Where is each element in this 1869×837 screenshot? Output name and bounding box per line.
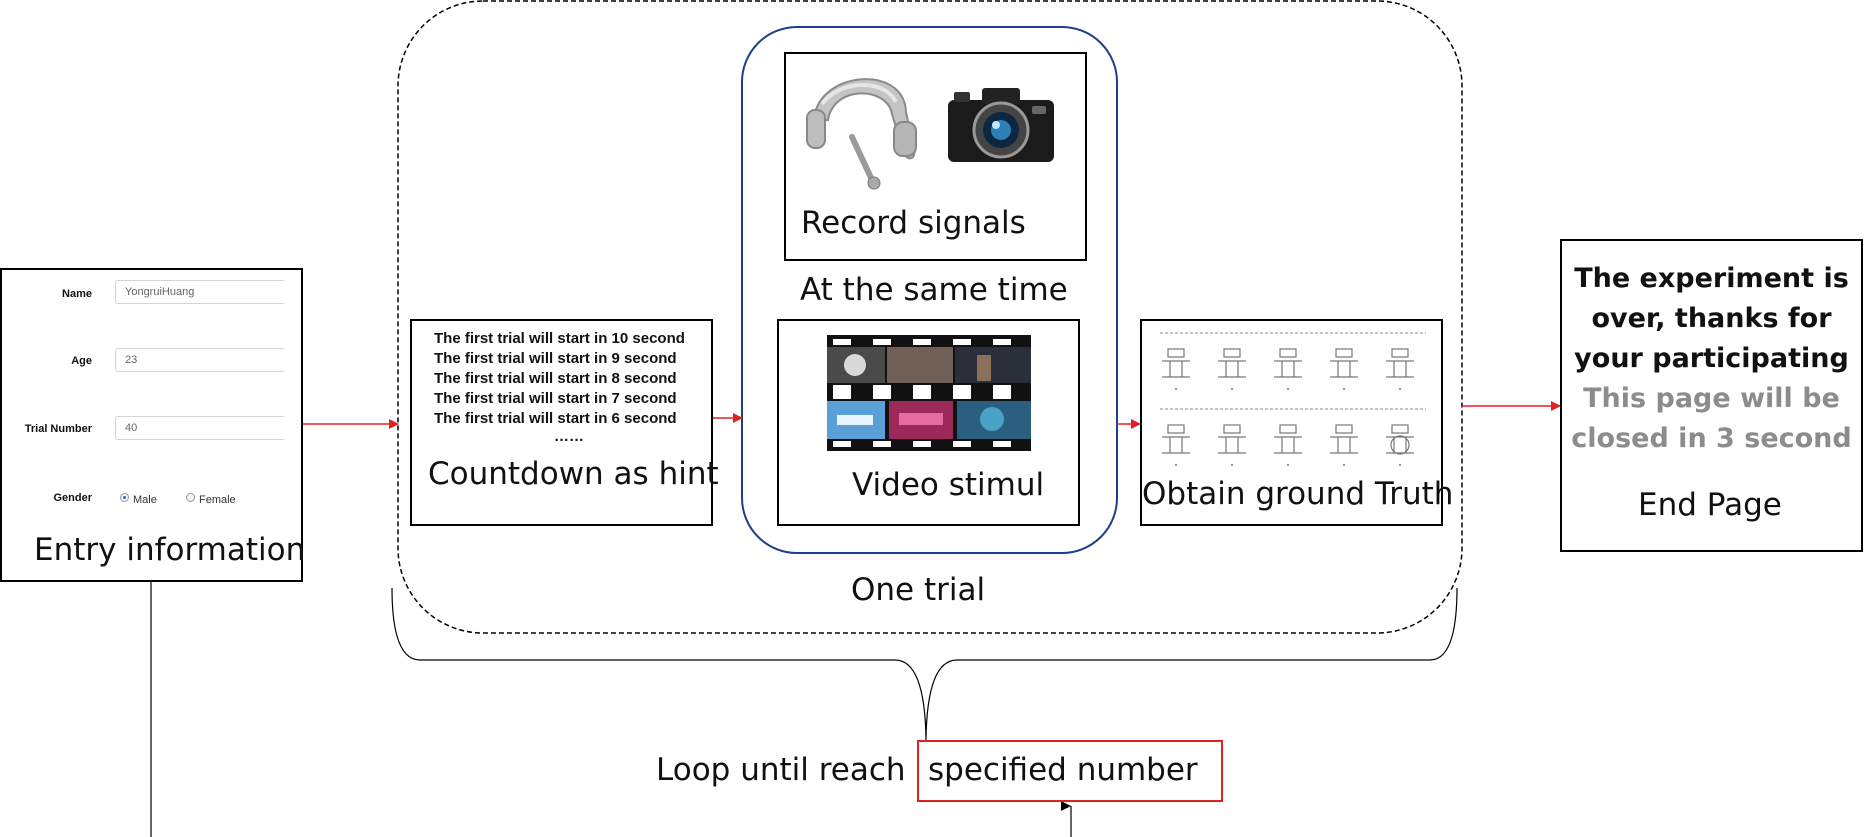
age-field[interactable]: 23 bbox=[115, 348, 285, 372]
gender-male-radio[interactable] bbox=[120, 493, 129, 502]
record-signals-box: Record signals bbox=[784, 52, 1087, 261]
countdown-line: The first trial will start in 10 second bbox=[434, 330, 685, 347]
close-notice-line: closed in 3 second bbox=[1571, 423, 1852, 454]
video-stimulus-box: Video stimul bbox=[777, 319, 1080, 526]
loop-brace bbox=[391, 587, 1458, 741]
name-label: Name bbox=[62, 288, 92, 300]
same-time-label: At the same time bbox=[800, 272, 1068, 308]
countdown-line: The first trial will start in 9 second bbox=[434, 350, 677, 367]
camera-icon bbox=[948, 88, 1054, 162]
countdown-line: The first trial will start in 7 second bbox=[434, 390, 677, 407]
one-trial-label: One trial bbox=[851, 572, 986, 608]
end-message-line: The experiment is bbox=[1574, 263, 1849, 294]
loop-label-highlight: specified number bbox=[928, 752, 1198, 788]
countdown-caption: Countdown as hint bbox=[428, 456, 719, 492]
entry-caption: Entry information bbox=[34, 532, 306, 568]
gender-label: Gender bbox=[53, 492, 92, 504]
entry-form-box: Name YongruiHuang Age 23 Trial Number 40… bbox=[0, 268, 306, 582]
name-field[interactable]: YongruiHuang bbox=[115, 280, 285, 304]
trial-number-label: Trial Number bbox=[24, 423, 92, 435]
ground-truth-caption: Obtain ground Truth bbox=[1142, 476, 1454, 512]
gender-male-label: Male bbox=[133, 494, 157, 506]
film-strip bbox=[827, 335, 1031, 451]
eeg-headset-icon bbox=[806, 78, 917, 190]
end-message-line: over, thanks for bbox=[1591, 303, 1832, 334]
close-notice-line: This page will be bbox=[1583, 383, 1840, 414]
age-label: Age bbox=[71, 355, 92, 367]
countdown-line: The first trial will start in 8 second bbox=[434, 370, 677, 387]
video-caption: Video stimul bbox=[852, 467, 1045, 503]
ground-truth-box: Obtain ground Truth bbox=[1140, 319, 1453, 526]
end-message-line: your participating bbox=[1574, 343, 1849, 374]
record-caption: Record signals bbox=[801, 205, 1026, 241]
gender-female-label: Female bbox=[199, 494, 236, 506]
end-page-box: The experiment is over, thanks for your … bbox=[1560, 239, 1863, 552]
countdown-box: The first trial will start in 10 second … bbox=[410, 319, 719, 526]
trial-number-field[interactable]: 40 bbox=[115, 416, 285, 440]
end-page-caption: End Page bbox=[1638, 487, 1782, 523]
gender-female-radio[interactable] bbox=[186, 493, 195, 502]
sam-rating-scale bbox=[1160, 332, 1426, 467]
countdown-ellipsis: …… bbox=[554, 428, 584, 445]
loop-label-prefix: Loop until reach bbox=[656, 752, 906, 788]
countdown-line: The first trial will start in 6 second bbox=[434, 410, 677, 427]
